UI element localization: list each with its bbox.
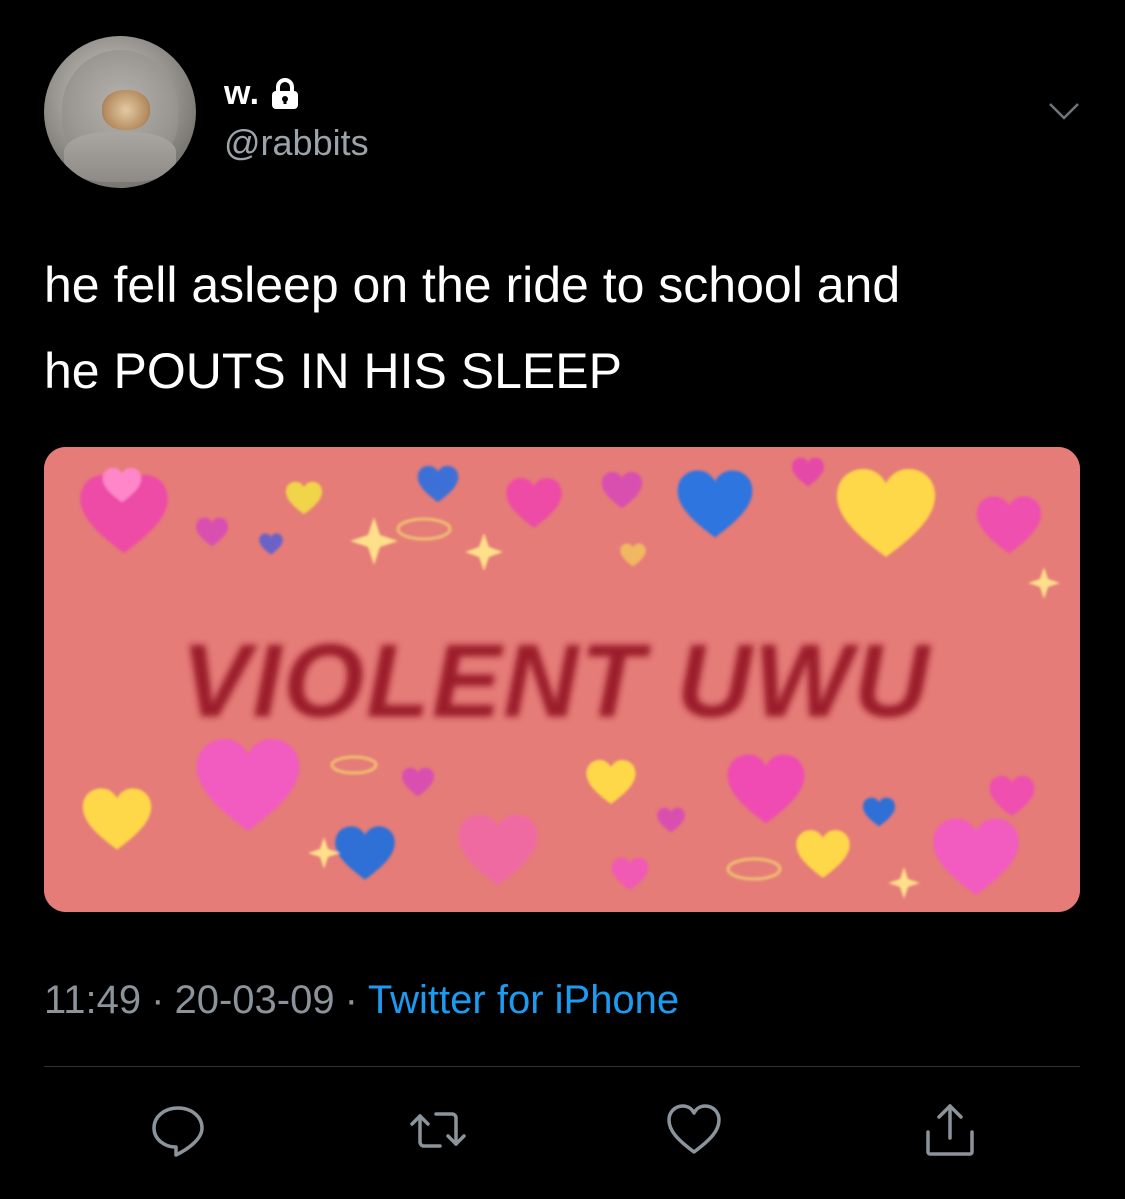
share-icon[interactable]	[920, 1100, 980, 1160]
user-handle[interactable]: @rabbits	[224, 122, 369, 164]
chevron-down-icon[interactable]	[1044, 90, 1084, 130]
tweet-media-image[interactable]: VIOLENT UWU	[44, 447, 1080, 912]
violent-uwu-image: VIOLENT UWU	[44, 447, 1080, 912]
like-icon[interactable]	[664, 1100, 724, 1160]
tweet-meta: 11:49 · 20-03-09 · Twitter for iPhone	[44, 978, 679, 1023]
avatar[interactable]	[44, 36, 196, 188]
reply-icon[interactable]	[148, 1100, 208, 1160]
action-bar	[0, 1100, 1125, 1160]
retweet-icon[interactable]	[408, 1100, 468, 1160]
tweet-text-line: he POUTS IN HIS SLEEP	[44, 343, 622, 399]
avatar-blanket	[64, 132, 176, 182]
display-name[interactable]: w.	[224, 74, 260, 113]
tweet-text: he fell asleep on the ride to school and…	[44, 242, 1084, 414]
meta-separator: ·	[151, 978, 165, 1022]
media-caption: VIOLENT UWU	[181, 623, 932, 739]
tweet-source-link[interactable]: Twitter for iPhone	[368, 978, 679, 1022]
tweet-time: 11:49	[44, 978, 142, 1022]
tweet-text-line: he fell asleep on the ride to school and	[44, 257, 901, 313]
divider	[44, 1066, 1080, 1067]
avatar-cat-face	[102, 90, 150, 130]
tweet-date: 20-03-09	[174, 978, 335, 1022]
tweet-header: w. @rabbits	[44, 36, 1084, 188]
lock-icon	[268, 77, 302, 111]
name-row[interactable]: w.	[224, 74, 302, 113]
meta-separator: ·	[344, 978, 358, 1022]
